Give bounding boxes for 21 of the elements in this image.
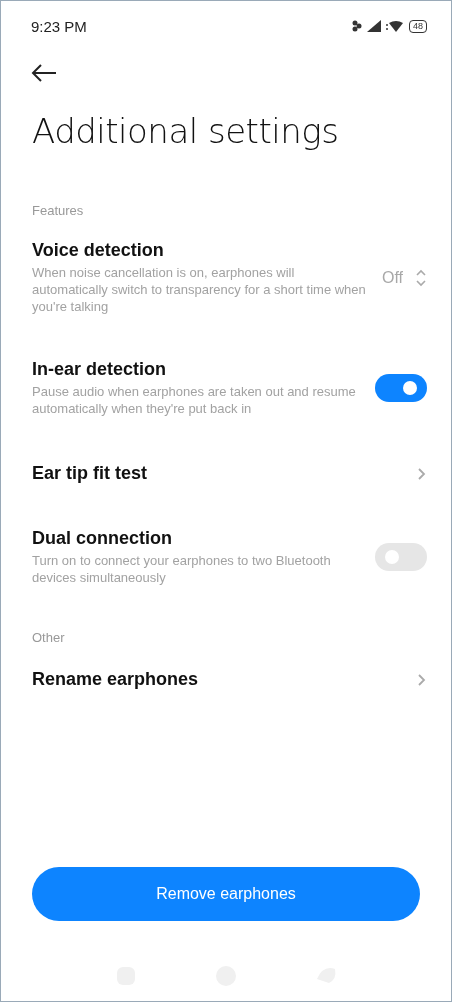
status-time: 9:23 PM bbox=[31, 17, 87, 35]
setting-title[interactable]: Ear tip fit test bbox=[32, 463, 405, 484]
page-title: Additional settings bbox=[32, 111, 340, 151]
remove-button[interactable]: Remove earphones bbox=[32, 867, 420, 921]
signal-icon bbox=[367, 20, 381, 32]
setting-title[interactable]: Rename earphones bbox=[32, 669, 405, 690]
setting-description: Turn on to connect your earphones to two Bluetooth devices simultaneously bbox=[32, 552, 332, 586]
setting-title[interactable]: Voice detection bbox=[32, 240, 370, 261]
chevron-icon bbox=[417, 672, 427, 687]
toggle-switch[interactable] bbox=[375, 543, 427, 571]
section-header: Features bbox=[32, 203, 85, 218]
setting-title[interactable]: Dual connection bbox=[32, 528, 363, 549]
chevron-icon bbox=[417, 466, 427, 481]
up-down-icon bbox=[415, 267, 427, 288]
section-header: Other bbox=[32, 630, 66, 645]
setting-description: Pause audio when earphones are taken out and resume automatically when they're put back in bbox=[32, 383, 357, 417]
toggle-switch[interactable] bbox=[375, 374, 427, 402]
wifi-icon bbox=[386, 20, 404, 32]
setting-description: When noise cancellation is on, earphones will automatically switch to transparency for a short time when you're talking bbox=[32, 264, 367, 315]
setting-title[interactable]: In-ear detection bbox=[32, 359, 363, 380]
battery-icon: 48 bbox=[409, 19, 427, 33]
